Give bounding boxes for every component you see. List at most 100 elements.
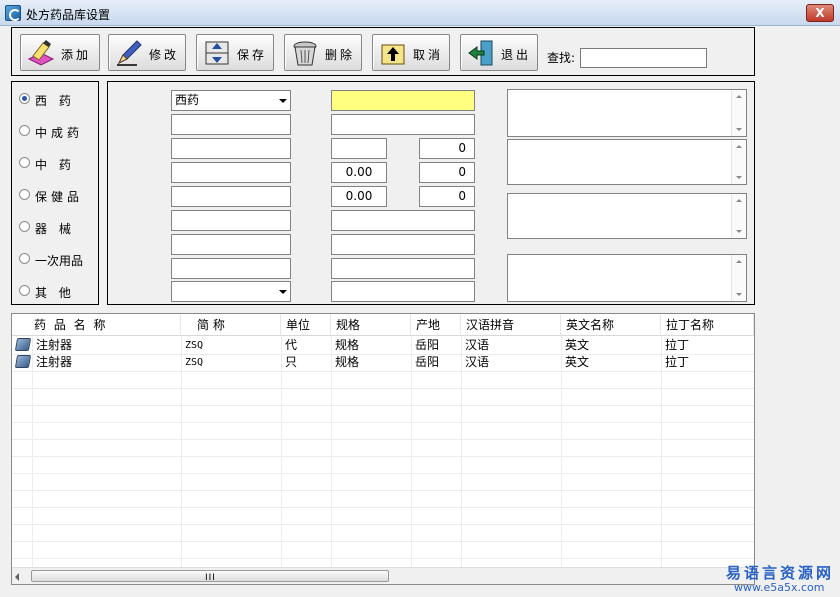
search-input[interactable] bbox=[580, 48, 707, 68]
column-header-origin[interactable]: 产地 bbox=[411, 314, 461, 336]
text-field-2[interactable] bbox=[331, 114, 475, 135]
horizontal-scrollbar[interactable]: III bbox=[12, 567, 754, 584]
edit-button-label: 修改 bbox=[149, 48, 180, 62]
price-field-1[interactable]: 0.00 bbox=[331, 162, 387, 183]
column-header-latin-name[interactable]: 拉丁名称 bbox=[661, 314, 754, 336]
drug-grid[interactable]: 药 品 名 称 简 称 单位 规格 产地 汉语拼音 英文名称 拉丁名称 注射器 … bbox=[11, 313, 755, 585]
grid-line bbox=[12, 371, 754, 372]
pinyin-field[interactable] bbox=[171, 210, 291, 231]
cell-drug-name: 注射器 bbox=[36, 338, 73, 352]
grip-icon: III bbox=[205, 573, 216, 583]
scroll-down-icon[interactable] bbox=[736, 176, 742, 179]
latin-name-field[interactable] bbox=[171, 258, 291, 279]
spec-field[interactable] bbox=[171, 162, 291, 183]
column-header-english-name[interactable]: 英文名称 bbox=[561, 314, 661, 336]
memo-scrollbar[interactable] bbox=[731, 255, 746, 301]
scroll-up-icon[interactable] bbox=[736, 199, 742, 202]
cell-short-name: ZSQ bbox=[185, 357, 204, 368]
radio-button[interactable] bbox=[19, 221, 30, 232]
add-button[interactable]: 添加 bbox=[20, 34, 100, 71]
qty-field-3[interactable]: 0 bbox=[419, 186, 475, 207]
memo-field-4[interactable] bbox=[507, 254, 747, 302]
memo-scrollbar[interactable] bbox=[731, 90, 746, 136]
grid-line bbox=[12, 558, 754, 559]
cell-unit: 代 bbox=[285, 338, 298, 352]
undo-folder-icon bbox=[381, 44, 405, 65]
grid-line bbox=[12, 507, 754, 508]
radio-button[interactable] bbox=[19, 157, 30, 168]
cell-short-name: ZSQ bbox=[185, 340, 204, 351]
book-icon bbox=[14, 355, 32, 368]
scroll-down-icon[interactable] bbox=[736, 128, 742, 131]
price-field-2[interactable]: 0.00 bbox=[331, 186, 387, 207]
chevron-down-icon[interactable] bbox=[279, 99, 287, 103]
text-field-8[interactable] bbox=[331, 234, 475, 255]
pen-icon bbox=[117, 40, 142, 66]
cell-spec: 规格 bbox=[335, 355, 360, 369]
scroll-up-icon[interactable] bbox=[736, 145, 742, 148]
cancel-button[interactable]: 取消 bbox=[372, 34, 450, 71]
qty-field-1[interactable]: 0 bbox=[419, 138, 475, 159]
text-field-9[interactable] bbox=[331, 258, 475, 279]
scroll-down-icon[interactable] bbox=[736, 293, 742, 296]
title-bar: 处方药品库设置 X bbox=[0, 0, 840, 26]
radio-button[interactable] bbox=[19, 189, 30, 200]
scrollbar-thumb[interactable]: III bbox=[31, 570, 389, 583]
grid-line bbox=[12, 490, 754, 491]
memo-field-1[interactable] bbox=[507, 89, 747, 137]
cell-english-name: 英文 bbox=[565, 355, 590, 369]
column-header-pinyin[interactable]: 汉语拼音 bbox=[461, 314, 561, 336]
cell-latin-name: 拉丁 bbox=[665, 338, 690, 352]
cell-origin: 岳阳 bbox=[415, 338, 440, 352]
memo-scrollbar[interactable] bbox=[731, 140, 746, 184]
grid-line bbox=[12, 524, 754, 525]
radio-button[interactable] bbox=[19, 93, 30, 104]
grid-body: 药 品 名 称 简 称 单位 规格 产地 汉语拼音 英文名称 拉丁名称 注射器 … bbox=[12, 314, 754, 568]
category-label: 器 械 bbox=[35, 222, 75, 236]
exit-door-icon bbox=[468, 40, 493, 66]
unit-field[interactable] bbox=[171, 138, 291, 159]
close-button[interactable]: X bbox=[806, 4, 834, 22]
short-name-field[interactable] bbox=[171, 114, 291, 135]
radio-button[interactable] bbox=[19, 125, 30, 136]
text-field-3[interactable] bbox=[331, 138, 387, 159]
eraser-pencil-icon bbox=[27, 40, 55, 66]
text-field-10[interactable] bbox=[331, 281, 475, 302]
scroll-up-icon[interactable] bbox=[736, 260, 742, 263]
column-header-short-name[interactable]: 简 称 bbox=[181, 314, 281, 336]
memo-scrollbar[interactable] bbox=[731, 194, 746, 238]
drug-type-combo[interactable]: 西药 bbox=[171, 90, 291, 111]
english-name-field[interactable] bbox=[171, 234, 291, 255]
memo-field-3[interactable] bbox=[507, 193, 747, 239]
chevron-down-icon[interactable] bbox=[279, 290, 287, 294]
category-label: 中成药 bbox=[35, 126, 84, 140]
bottom-combo[interactable] bbox=[171, 281, 291, 302]
drug-name-field[interactable] bbox=[331, 90, 475, 111]
cancel-button-label: 取消 bbox=[413, 48, 444, 62]
column-header-unit[interactable]: 单位 bbox=[281, 314, 331, 336]
cell-spec: 规格 bbox=[335, 338, 360, 352]
cell-english-name: 英文 bbox=[565, 338, 590, 352]
column-header-drug-name[interactable]: 药 品 名 称 bbox=[12, 314, 181, 336]
radio-button[interactable] bbox=[19, 253, 30, 264]
scroll-down-icon[interactable] bbox=[736, 230, 742, 233]
watermark-url: www.e5a5x.com bbox=[734, 581, 825, 594]
grid-line bbox=[12, 541, 754, 542]
memo-field-2[interactable] bbox=[507, 139, 747, 185]
scroll-left-icon[interactable] bbox=[15, 573, 19, 581]
cell-drug-name: 注射器 bbox=[36, 355, 73, 369]
edit-button[interactable]: 修改 bbox=[108, 34, 186, 71]
scroll-up-icon[interactable] bbox=[736, 95, 742, 98]
grid-line bbox=[12, 439, 754, 440]
save-button[interactable]: 保存 bbox=[196, 34, 274, 71]
qty-field-2[interactable]: 0 bbox=[419, 162, 475, 183]
column-header-spec[interactable]: 规格 bbox=[331, 314, 411, 336]
origin-field[interactable] bbox=[171, 186, 291, 207]
add-button-label: 添加 bbox=[61, 48, 92, 62]
delete-button[interactable]: 删除 bbox=[284, 34, 362, 71]
toolbar: 添加 修改 保存 删除 取消 退出 查找: bbox=[11, 27, 755, 76]
exit-button[interactable]: 退出 bbox=[460, 34, 538, 71]
save-arrows-icon bbox=[205, 41, 229, 65]
radio-button[interactable] bbox=[19, 285, 30, 296]
text-field-7[interactable] bbox=[331, 210, 475, 231]
